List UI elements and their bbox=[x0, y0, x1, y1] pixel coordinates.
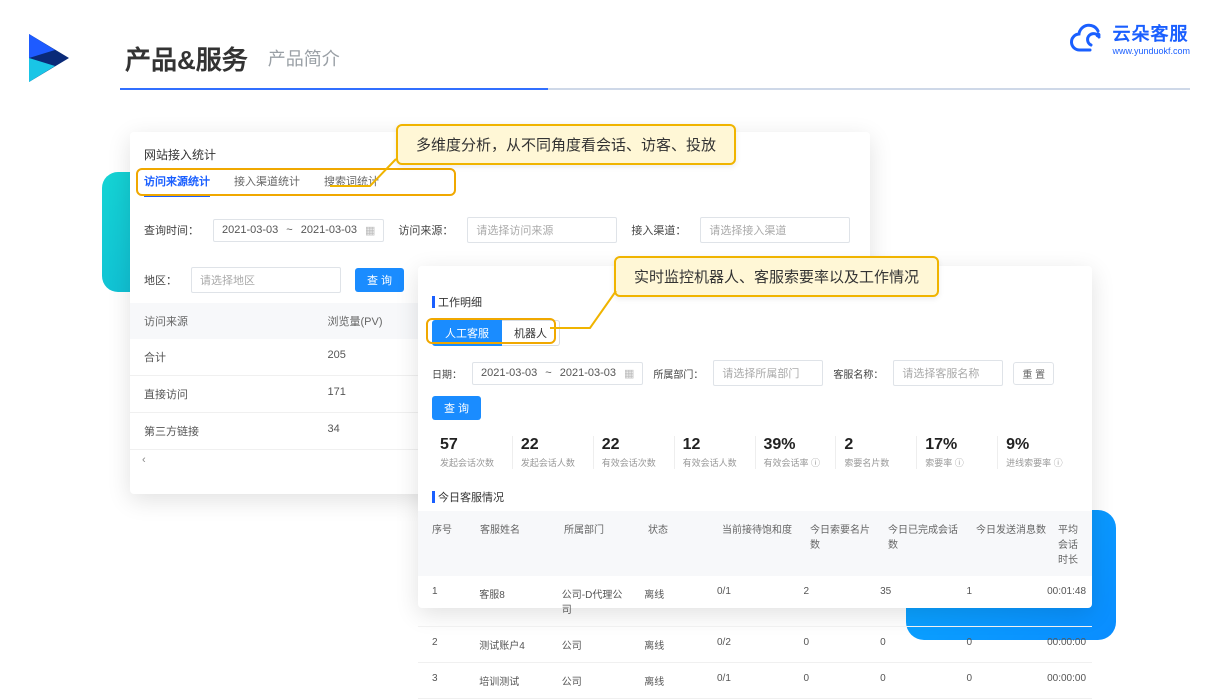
source-select[interactable]: 请选择访问来源 bbox=[467, 217, 617, 243]
label-dept: 所属部门： bbox=[653, 366, 703, 381]
panel-work-detail: 工作明细 人工客服 机器人 日期： 2021-03-03~2021-03-03▦… bbox=[418, 266, 1092, 608]
date-range-picker[interactable]: 2021-03-03~2021-03-03▦ bbox=[213, 219, 384, 242]
stat-item: 17%索要率 ⓘ bbox=[917, 436, 998, 469]
table2-header: 序号 客服姓名 所属部门 状态 当前接待饱和度 今日索要名片数 今日已完成会话数… bbox=[418, 511, 1092, 576]
channel-select[interactable]: 请选择接入渠道 bbox=[700, 217, 850, 243]
callout-analysis: 多维度分析，从不同角度看会话、访客、投放 bbox=[396, 124, 736, 165]
stat-item: 22发起会话人数 bbox=[513, 436, 594, 469]
page-subtitle: 产品简介 bbox=[268, 45, 340, 71]
stat-item: 39%有效会话率 ⓘ bbox=[756, 436, 837, 469]
query-button[interactable]: 查 询 bbox=[355, 268, 404, 292]
brand-play-icon bbox=[25, 28, 75, 88]
date-to: 2021-03-03 bbox=[301, 224, 357, 236]
dept-select[interactable]: 请选择所属部门 bbox=[713, 360, 823, 386]
panel2-title: 工作明细 bbox=[418, 294, 1092, 320]
stat-item: 22有效会话次数 bbox=[594, 436, 675, 469]
table-row: 3培训测试公司离线0/100000:00:00 bbox=[418, 663, 1092, 699]
label-agent: 客服名称： bbox=[833, 366, 883, 381]
label-time: 查询时间： bbox=[144, 222, 199, 238]
region-select[interactable]: 请选择地区 bbox=[191, 267, 341, 293]
label-channel: 接入渠道： bbox=[631, 222, 686, 238]
header-underline bbox=[120, 88, 1190, 90]
cloud-icon bbox=[1068, 21, 1108, 55]
logo-text-url: www.yunduokf.com bbox=[1112, 46, 1190, 56]
query-button-2[interactable]: 查 询 bbox=[432, 396, 481, 420]
table2-body: 1客服8公司-D代理公司离线0/1235100:01:482测试账户4公司离线0… bbox=[418, 576, 1092, 699]
reset-button[interactable]: 重 置 bbox=[1013, 362, 1054, 385]
date-range-picker-2[interactable]: 2021-03-03~2021-03-03▦ bbox=[472, 362, 643, 385]
seg-robot[interactable]: 机器人 bbox=[502, 320, 560, 346]
table-row: 2测试账户4公司离线0/200000:00:00 bbox=[418, 627, 1092, 663]
calendar-icon: ▦ bbox=[365, 224, 375, 237]
panel1-tabs: 访问来源统计 接入渠道统计 搜索词统计 bbox=[130, 173, 870, 205]
stat-item: 12有效会话人数 bbox=[675, 436, 756, 469]
agent-select[interactable]: 请选择客服名称 bbox=[893, 360, 1003, 386]
label-source: 访问来源： bbox=[398, 222, 453, 238]
date-from: 2021-03-03 bbox=[222, 224, 278, 236]
calendar-icon: ▦ bbox=[624, 367, 634, 380]
logo-text-cn: 云朵客服 bbox=[1112, 20, 1190, 46]
panel2-filters: 日期： 2021-03-03~2021-03-03▦ 所属部门： 请选择所属部门… bbox=[418, 354, 1092, 430]
stats-row: 57发起会话次数22发起会话人数22有效会话次数12有效会话人数39%有效会话率… bbox=[418, 430, 1092, 479]
seg-human-agent[interactable]: 人工客服 bbox=[432, 320, 502, 346]
page-header: 产品&服务 产品简介 bbox=[25, 28, 1201, 88]
panel2-section-title: 今日客服情况 bbox=[418, 479, 1092, 511]
table-row: 1客服8公司-D代理公司离线0/1235100:01:48 bbox=[418, 576, 1092, 627]
brand-logo: 云朵客服www.yunduokf.com bbox=[1068, 20, 1190, 56]
label-date: 日期： bbox=[432, 366, 462, 381]
panel2-segments: 人工客服 机器人 bbox=[418, 320, 1092, 354]
stat-item: 2索要名片数 bbox=[836, 436, 917, 469]
stat-item: 9%进线索要率 ⓘ bbox=[998, 436, 1078, 469]
stat-item: 57发起会话次数 bbox=[432, 436, 513, 469]
callout-monitor: 实时监控机器人、客服索要率以及工作情况 bbox=[614, 256, 939, 297]
label-region: 地区： bbox=[144, 272, 177, 288]
scroll-left-icon[interactable]: ‹ bbox=[142, 454, 146, 466]
page-title: 产品&服务 bbox=[125, 40, 248, 77]
tab-channel-stats[interactable]: 接入渠道统计 bbox=[234, 173, 300, 197]
tab-keyword-stats[interactable]: 搜索词统计 bbox=[324, 173, 379, 197]
tab-source-stats[interactable]: 访问来源统计 bbox=[144, 173, 210, 197]
col-source: 访问来源 bbox=[130, 303, 320, 339]
